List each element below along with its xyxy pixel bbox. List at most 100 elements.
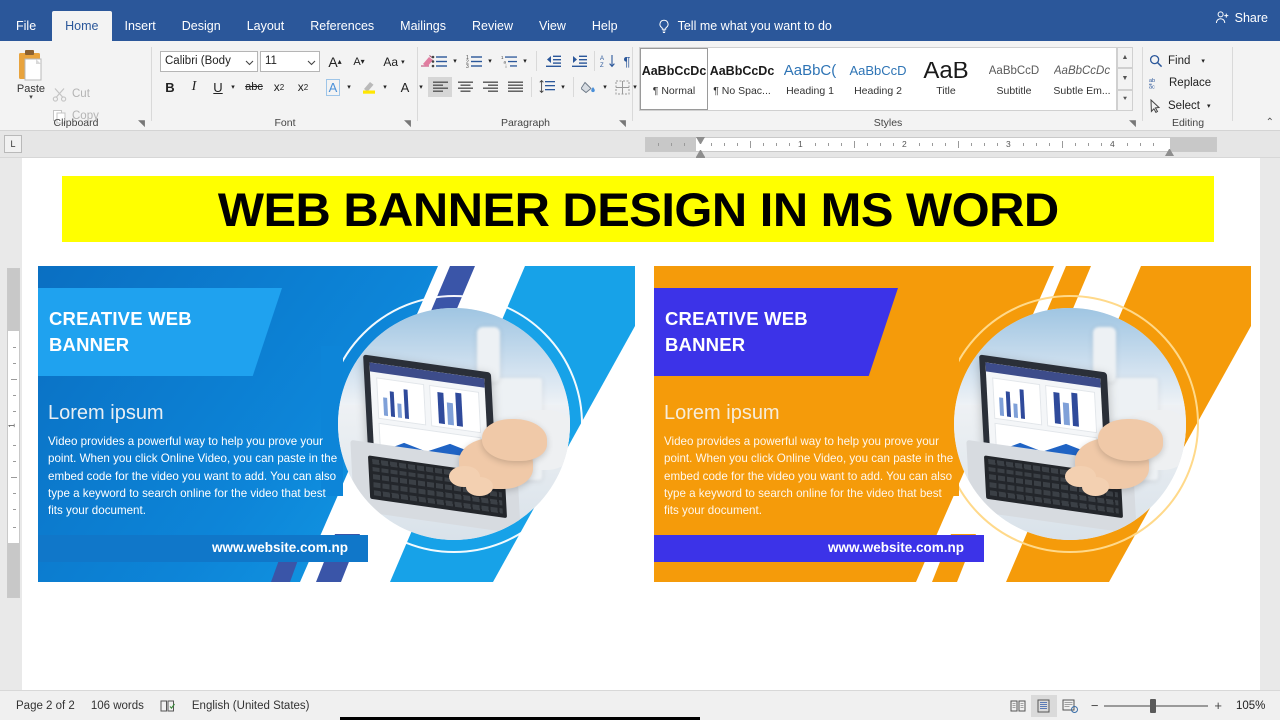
shading-caret[interactable]: ▾	[600, 77, 610, 97]
web-banner-right[interactable]: CREATIVE WEB BANNER Lorem ipsum Video pr…	[654, 266, 1251, 582]
tab-help[interactable]: Help	[579, 11, 631, 41]
view-print-layout-button[interactable]	[1030, 694, 1057, 717]
align-center-button[interactable]	[453, 77, 477, 97]
word-window: File Home Insert Design Layout Reference…	[0, 0, 1280, 720]
style-item-heading-2[interactable]: AaBbCcD Heading 2	[844, 48, 912, 110]
tab-review[interactable]: Review	[459, 11, 526, 41]
tab-mailings[interactable]: Mailings	[387, 11, 459, 41]
tab-stop-selector[interactable]: L	[4, 135, 22, 153]
word-count[interactable]: 106 words	[91, 700, 144, 712]
sort-button[interactable]: A Z	[598, 51, 618, 71]
paste-dropdown-caret[interactable]: ▾	[10, 94, 52, 101]
change-case-button[interactable]: Aa ▾	[377, 51, 411, 72]
line-spacing-button[interactable]	[536, 77, 558, 97]
style-item-no-spacing[interactable]: AaBbCcDc ¶ No Spac...	[708, 48, 776, 110]
tab-design[interactable]: Design	[169, 11, 234, 41]
zoom-percentage[interactable]: 105%	[1236, 700, 1270, 712]
align-left-button[interactable]	[428, 77, 452, 97]
superscript-button[interactable]: x2	[292, 77, 314, 97]
decrease-indent-button[interactable]	[542, 51, 564, 71]
tab-insert[interactable]: Insert	[112, 11, 169, 41]
paragraph-dialog-launcher[interactable]: ◥	[619, 118, 629, 128]
hanging-indent-marker[interactable]	[696, 150, 705, 157]
chevron-down-icon[interactable]	[307, 58, 316, 67]
strikethrough-button[interactable]: abc	[242, 77, 266, 97]
underline-dropdown-caret[interactable]: ▾	[228, 77, 238, 97]
style-scroll-up-button[interactable]: ▲	[1117, 47, 1133, 69]
cut-button[interactable]: Cut	[52, 85, 90, 103]
bullets-button[interactable]	[428, 51, 450, 71]
style-item-subtle-emphasis[interactable]: AaBbCcDc Subtle Em...	[1048, 48, 1116, 110]
shrink-font-button[interactable]: A ▾	[348, 51, 370, 72]
zoom-slider[interactable]: − +	[1091, 698, 1222, 713]
highlight-color-button[interactable]	[358, 77, 380, 97]
cut-label: Cut	[72, 88, 90, 100]
tab-layout[interactable]: Layout	[234, 11, 298, 41]
font-color-button[interactable]: A	[394, 77, 416, 97]
find-button[interactable]: Find ▾	[1149, 51, 1205, 71]
text-effects-button[interactable]: A	[322, 77, 344, 97]
subscript-button[interactable]: x2	[268, 77, 290, 97]
borders-button[interactable]	[612, 77, 632, 97]
zoom-out-button[interactable]: −	[1091, 698, 1099, 713]
horizontal-ruler[interactable]: 1 2 3 4	[645, 137, 1217, 163]
styles-dialog-launcher[interactable]: ◥	[1129, 118, 1139, 128]
share-button[interactable]: Share	[1215, 10, 1268, 25]
chevron-down-icon[interactable]	[245, 58, 254, 67]
font-size-input[interactable]: 11	[260, 51, 320, 72]
font-family-input[interactable]: Calibri (Body	[160, 51, 258, 72]
language-indicator[interactable]: English (United States)	[192, 700, 310, 712]
right-indent-marker[interactable]	[1165, 149, 1174, 156]
select-button[interactable]: Select ▾	[1149, 96, 1210, 116]
proofing-status[interactable]	[160, 699, 176, 713]
view-read-mode-button[interactable]	[1005, 695, 1031, 717]
style-item-heading-1[interactable]: AaBbC( Heading 1	[776, 48, 844, 110]
replace-button[interactable]: ab ac Replace	[1149, 73, 1211, 93]
highlight-color-caret[interactable]: ▾	[380, 77, 390, 97]
text-effects-caret[interactable]: ▾	[344, 77, 354, 97]
heading-banner[interactable]: WEB BANNER DESIGN IN MS WORD	[62, 176, 1214, 242]
multilevel-list-button[interactable]: 1 a i	[498, 51, 520, 71]
vertical-ruler[interactable]: 1	[7, 268, 20, 598]
bullets-caret[interactable]: ▾	[450, 51, 460, 71]
shading-button[interactable]	[578, 77, 600, 97]
align-right-button[interactable]	[478, 77, 502, 97]
italic-button[interactable]: I	[184, 77, 204, 97]
style-name: Heading 2	[854, 84, 902, 97]
document-page[interactable]: WEB BANNER DESIGN IN MS WORD CREATIVE WE…	[22, 158, 1260, 690]
style-item-subtitle[interactable]: AaBbCcD Subtitle	[980, 48, 1048, 110]
bold-button[interactable]: B	[160, 77, 180, 97]
increase-indent-button[interactable]	[568, 51, 590, 71]
numbering-caret[interactable]: ▾	[485, 51, 495, 71]
style-item-title[interactable]: AaB Title	[912, 48, 980, 110]
cursor-select-icon	[1150, 99, 1161, 113]
tab-file[interactable]: File	[0, 11, 52, 41]
underline-button[interactable]: U	[208, 77, 228, 97]
view-web-layout-button[interactable]	[1057, 695, 1083, 717]
multilevel-list-caret[interactable]: ▾	[520, 51, 530, 71]
paste-icon	[19, 50, 42, 81]
grow-font-button[interactable]: A ▴	[324, 51, 346, 72]
line-spacing-caret[interactable]: ▾	[558, 77, 568, 97]
web-banner-left[interactable]: CREATIVE WEB BANNER Lorem ipsum Video pr…	[38, 266, 635, 582]
style-scroll-down-button[interactable]: ▼	[1117, 68, 1133, 90]
tell-me-box[interactable]: Tell me what you want to do	[657, 11, 832, 41]
zoom-track[interactable]	[1104, 698, 1209, 713]
numbering-button[interactable]: 1 2 3	[463, 51, 485, 71]
style-gallery-more-button[interactable]: ⯆	[1117, 89, 1133, 111]
clipboard-dialog-launcher[interactable]: ◥	[138, 118, 148, 128]
page-indicator[interactable]: Page 2 of 2	[16, 700, 75, 712]
paste-button[interactable]: Paste ▾	[10, 47, 52, 109]
tab-references[interactable]: References	[297, 11, 387, 41]
select-caret[interactable]: ▾	[1207, 102, 1211, 110]
tab-view[interactable]: View	[526, 11, 579, 41]
tab-home[interactable]: Home	[52, 11, 112, 41]
zoom-thumb[interactable]	[1150, 698, 1157, 713]
style-item-normal[interactable]: AaBbCcDc ¶ Normal	[640, 48, 708, 110]
font-dialog-launcher[interactable]: ◥	[404, 118, 414, 128]
find-caret[interactable]: ▾	[1201, 57, 1205, 65]
first-line-indent-marker[interactable]	[696, 137, 705, 144]
collapse-ribbon-button[interactable]: ⌃	[1266, 117, 1274, 128]
justify-button[interactable]	[503, 77, 527, 97]
zoom-in-button[interactable]: +	[1214, 698, 1222, 713]
